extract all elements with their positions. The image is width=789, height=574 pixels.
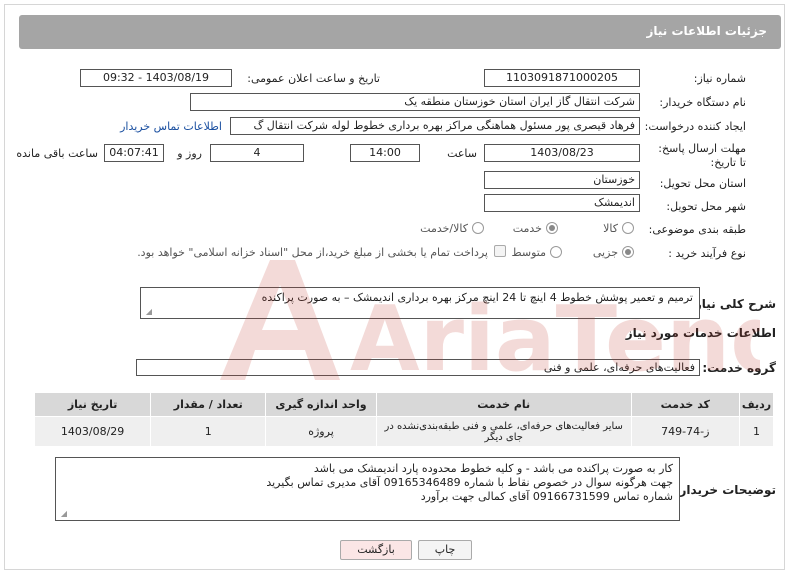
process-radio-medium[interactable] bbox=[550, 246, 562, 258]
deadline-time-field[interactable]: 14:00 bbox=[350, 144, 420, 162]
process-label: نوع فرآیند خرید : bbox=[668, 247, 746, 260]
column-header: نام خدمت bbox=[375, 392, 632, 417]
announce-label: تاریخ و ساعت اعلان عمومی: bbox=[247, 72, 380, 85]
back-button[interactable]: بازگشت bbox=[340, 540, 412, 560]
table-cell: 1 bbox=[150, 416, 267, 447]
category-radio-service[interactable] bbox=[546, 222, 558, 234]
category-label: طبقه بندی موضوعی: bbox=[648, 223, 746, 236]
process-radio-minor[interactable] bbox=[622, 246, 634, 258]
deadline-label: مهلت ارسال پاسخ: تا تاریخ: bbox=[658, 142, 746, 169]
buyer-notes-label: توضیحات خریدار: bbox=[674, 483, 776, 497]
buyer-org-label: نام دستگاه خریدار: bbox=[659, 96, 746, 109]
buyer-notes-textarea[interactable]: کار به صورت پراکنده می باشد - و کلیه خطو… bbox=[55, 457, 680, 521]
page-header: جزئیات اطلاعات نیاز bbox=[19, 15, 781, 49]
days-label: روز و bbox=[177, 147, 202, 160]
buyer-notes-line: کار به صورت پراکنده می باشد - و کلیه خطو… bbox=[313, 462, 673, 475]
deadline-date-field[interactable]: 1403/08/23 bbox=[484, 144, 640, 162]
page-title: جزئیات اطلاعات نیاز bbox=[646, 24, 767, 38]
summary-text: ترمیم و تعمیر پوشش خطوط 4 اینچ تا 24 این… bbox=[261, 291, 693, 304]
remaining-label: ساعت باقی مانده bbox=[16, 147, 98, 160]
page-frame: جزئیات اطلاعات نیاز شماره نیاز: 11030918… bbox=[4, 4, 785, 570]
service-group-field[interactable]: فعالیت‌های حرفه‌ای، علمی و فنی bbox=[136, 359, 700, 376]
payment-note: پرداخت تمام یا بخشی از مبلغ خرید،از محل … bbox=[137, 246, 488, 259]
services-section-title: اطلاعات خدمات مورد نیاز bbox=[625, 326, 776, 340]
category-option-service: خدمت bbox=[512, 222, 542, 235]
treasury-checkbox[interactable] bbox=[494, 245, 506, 257]
need-number-field[interactable]: 1103091871000205 bbox=[484, 69, 640, 87]
category-option-goods: کالا bbox=[603, 222, 618, 235]
summary-textarea[interactable]: ترمیم و تعمیر پوشش خطوط 4 اینچ تا 24 این… bbox=[140, 287, 700, 319]
category-radio-goods[interactable] bbox=[622, 222, 634, 234]
buyer-notes-line: شماره تماس 09166731599 آقای کمالی جهت بر… bbox=[420, 490, 673, 503]
days-remaining-field[interactable]: 4 bbox=[210, 144, 304, 162]
need-number-label: شماره نیاز: bbox=[693, 72, 746, 85]
table-cell: 1 bbox=[738, 416, 775, 447]
city-label: شهر محل تحویل: bbox=[666, 200, 746, 213]
province-label: استان محل تحویل: bbox=[659, 177, 746, 190]
table-cell: 1403/08/29 bbox=[33, 416, 152, 447]
print-button[interactable]: چاپ bbox=[418, 540, 472, 560]
table-cell: ز-74-749 bbox=[630, 416, 740, 447]
remaining-time-field[interactable]: 04:07:41 bbox=[104, 144, 164, 162]
announce-datetime-field[interactable]: 1403/08/19 - 09:32 bbox=[80, 69, 232, 87]
column-header: کد خدمت bbox=[630, 392, 740, 417]
buyer-contact-link[interactable]: اطلاعات تماس خریدار bbox=[120, 120, 222, 133]
table-cell: سایر فعالیت‌های حرفه‌ای، علمی و فنی طبقه… bbox=[375, 416, 632, 447]
requester-field[interactable]: فرهاد قیصری پور مسئول هماهنگی مراکز بهره… bbox=[230, 117, 640, 135]
process-option-minor: جزیی bbox=[592, 246, 618, 259]
buyer-org-field[interactable]: شرکت انتقال گاز ایران استان خوزستان منطق… bbox=[190, 93, 640, 111]
city-field[interactable]: اندیمشک bbox=[484, 194, 640, 212]
column-header: واحد اندازه گیری bbox=[265, 392, 377, 417]
table-row: 1 ز-74-749 سایر فعالیت‌های حرفه‌ای، علمی… bbox=[33, 416, 775, 447]
column-header: تاریخ نیاز bbox=[33, 392, 152, 417]
table-cell: پروژه bbox=[265, 416, 377, 447]
service-group-label: گروه خدمت: bbox=[702, 361, 776, 375]
resize-handle-icon[interactable]: ◢ bbox=[59, 510, 67, 518]
category-option-goods-service: کالا/خدمت bbox=[420, 222, 468, 235]
column-header: ردیف bbox=[738, 392, 775, 417]
process-option-medium: متوسط bbox=[511, 246, 546, 259]
resize-handle-icon[interactable]: ◢ bbox=[144, 308, 152, 316]
buyer-notes-line: جهت هرگونه سوال در خصوص نقاط با شماره 09… bbox=[266, 476, 673, 489]
services-table-header: ردیف کد خدمت نام خدمت واحد اندازه گیری ت… bbox=[33, 392, 775, 417]
requester-label: ایجاد کننده درخواست: bbox=[644, 120, 746, 133]
services-table: ردیف کد خدمت نام خدمت واحد اندازه گیری ت… bbox=[33, 392, 775, 447]
province-field[interactable]: خوزستان bbox=[484, 171, 640, 189]
summary-label: شرح کلی نیاز: bbox=[690, 297, 776, 311]
column-header: تعداد / مقدار bbox=[150, 392, 267, 417]
deadline-time-label: ساعت bbox=[447, 147, 477, 160]
category-radio-goods-service[interactable] bbox=[472, 222, 484, 234]
